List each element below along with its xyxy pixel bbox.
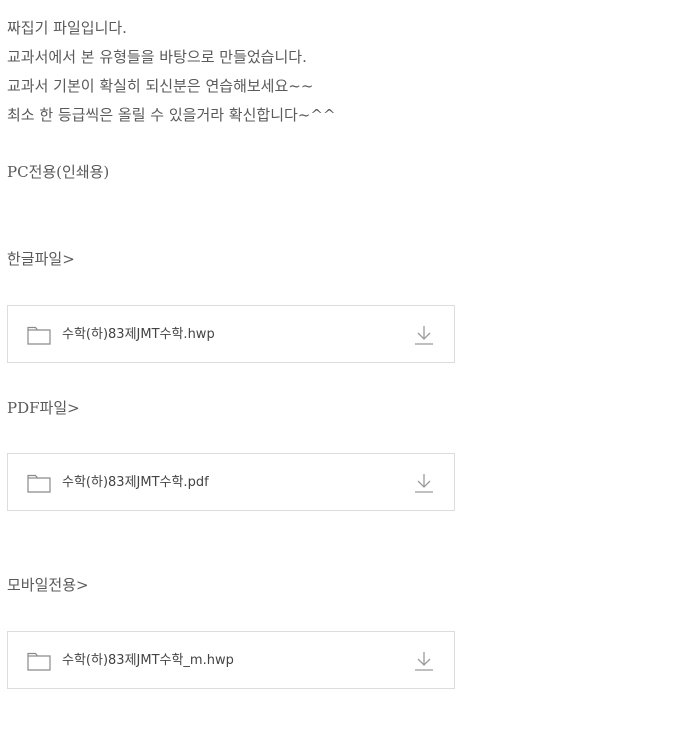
pc-only-label: PC전용(인쇄용) <box>7 163 110 181</box>
pdf-section-label: PDF파일> <box>7 399 80 417</box>
download-icon[interactable] <box>413 323 435 347</box>
download-icon[interactable] <box>413 471 435 495</box>
file-attachment-mobile-hwp[interactable]: 수학(하)83제JMT수학_m.hwp <box>7 631 455 689</box>
hwp-section-label: 한글파일> <box>7 250 75 268</box>
intro-line-1: 짜집기 파일입니다. <box>7 19 127 37</box>
intro-line-4: 최소 한 등급씩은 올릴 수 있을거라 확신합니다~^^ <box>7 106 336 124</box>
file-name[interactable]: 수학(하)83제JMT수학_m.hwp <box>62 651 234 671</box>
download-icon[interactable] <box>413 649 435 673</box>
file-attachment-hwp[interactable]: 수학(하)83제JMT수학.hwp <box>7 305 455 363</box>
folder-icon <box>27 326 51 345</box>
intro-line-2: 교과서에서 본 유형들을 바탕으로 만들었습니다. <box>7 48 307 66</box>
file-name[interactable]: 수학(하)83제JMT수학.hwp <box>62 325 215 345</box>
mobile-section-label: 모바일전용> <box>7 576 89 594</box>
folder-icon <box>27 474 51 493</box>
folder-icon <box>27 652 51 671</box>
file-attachment-pdf[interactable]: 수학(하)83제JMT수학.pdf <box>7 453 455 511</box>
file-name[interactable]: 수학(하)83제JMT수학.pdf <box>62 473 209 493</box>
intro-line-3: 교과서 기본이 확실히 되신분은 연습해보세요~~ <box>7 77 314 95</box>
